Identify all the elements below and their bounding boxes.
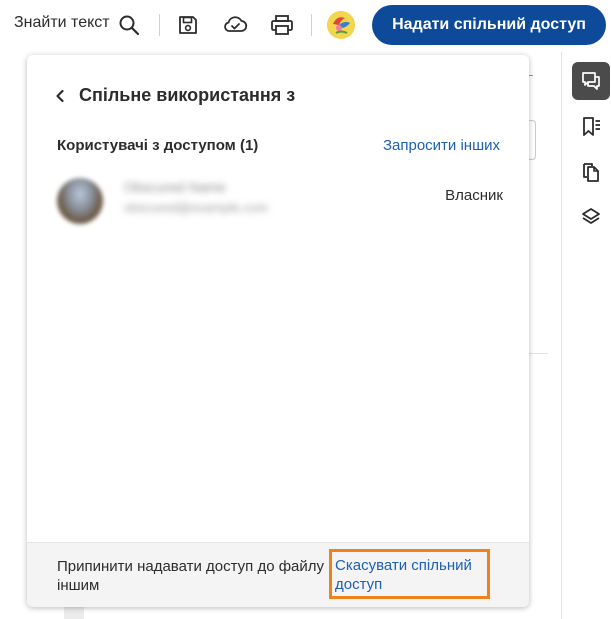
panel-title: Спільне використання з	[79, 85, 296, 105]
panel-header: Спільне використання з	[55, 85, 295, 106]
save-icon[interactable]	[175, 12, 201, 38]
users-with-access-label: Користувачі з доступом (1)	[57, 137, 259, 154]
list-item: Obscured Name obscured@example.com Власн…	[57, 175, 503, 225]
layers-icon[interactable]	[572, 198, 610, 236]
unshare-link[interactable]: Скасувати спільний доступ	[329, 549, 490, 599]
back-chevron-icon[interactable]	[55, 89, 65, 103]
document-divider	[528, 353, 548, 354]
user-avatar	[57, 178, 103, 224]
print-icon[interactable]	[269, 12, 295, 38]
share-panel: Спільне використання з Користувачі з дос…	[27, 55, 529, 607]
user-avatar[interactable]	[327, 11, 355, 39]
cloud-sync-icon[interactable]	[221, 12, 249, 38]
toolbar-divider	[311, 14, 312, 36]
panel-footer: Припинити надавати доступ до файлу іншим…	[27, 542, 529, 607]
invite-others-link[interactable]: Запросити інших	[383, 137, 500, 154]
document-field-fragment	[528, 120, 536, 160]
search-icon[interactable]	[117, 13, 141, 37]
bookmark-list-icon[interactable]	[572, 108, 610, 146]
top-toolbar: Знайти текст Надати спільний доступ	[0, 0, 611, 50]
find-text-label[interactable]: Знайти текст	[14, 14, 110, 32]
comment-icon[interactable]	[572, 62, 610, 100]
stop-sharing-text: Припинити надавати доступ до файлу іншим	[57, 558, 325, 594]
user-name: Obscured Name	[124, 179, 226, 195]
user-role: Власник	[445, 187, 503, 204]
toolbar-divider	[159, 14, 160, 36]
share-button[interactable]: Надати спільний доступ	[372, 5, 606, 45]
right-tool-rail	[561, 52, 611, 619]
copy-pages-icon[interactable]	[572, 153, 610, 191]
user-email: obscured@example.com	[124, 200, 268, 215]
